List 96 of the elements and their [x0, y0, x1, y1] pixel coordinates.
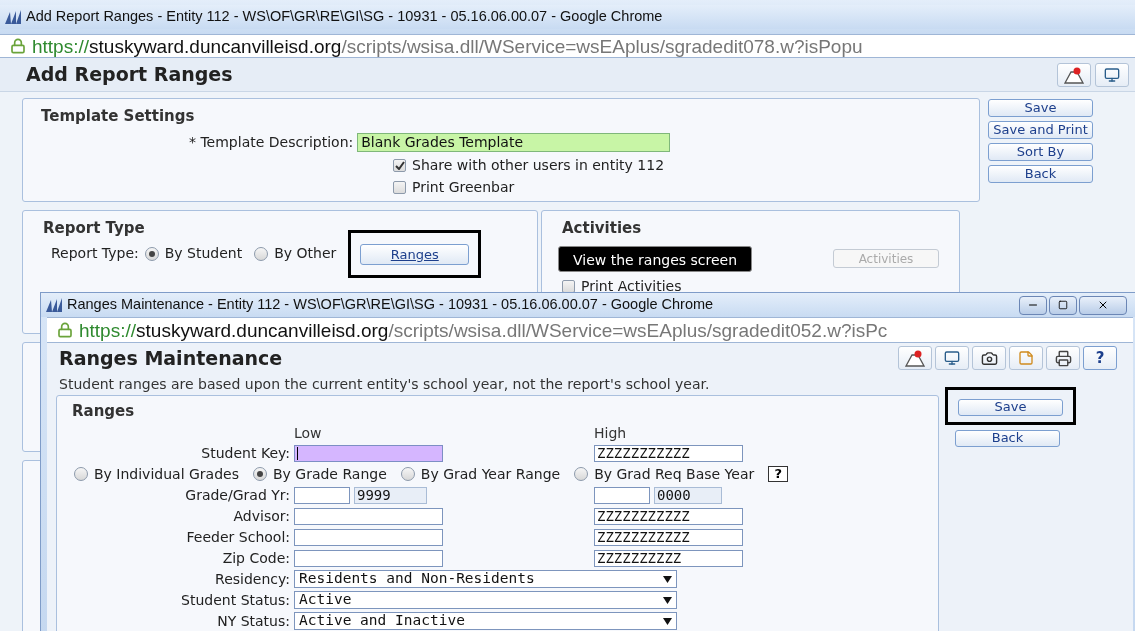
- checkbox[interactable]: [393, 158, 406, 172]
- dropdown[interactable]: Residents and Non-Residents: [294, 570, 677, 588]
- radio-button[interactable]: [254, 246, 269, 261]
- side-button[interactable]: Save and Print: [988, 121, 1093, 139]
- ranges-button[interactable]: Ranges: [360, 244, 470, 265]
- radio-label: By Grade Range: [272, 464, 387, 484]
- side-button[interactable]: Sort By: [988, 143, 1093, 161]
- field-label: NY Status:: [216, 611, 291, 631]
- side-button[interactable]: Save: [988, 99, 1093, 117]
- checkbox[interactable]: [562, 279, 575, 293]
- help-button[interactable]: ?: [1083, 346, 1117, 370]
- popup-button[interactable]: Save: [958, 398, 1063, 416]
- info-text: Student ranges are based upon the current entity's school year, not the report's school year.: [58, 375, 711, 394]
- printer-icon: [1054, 349, 1072, 367]
- checkbox-label: Share with other users in entity 112: [412, 155, 665, 175]
- close-button[interactable]: [1079, 295, 1127, 315]
- high-input[interactable]: ZZZZZZZZZZZ: [594, 528, 743, 546]
- field-label: Student Status:: [180, 590, 291, 610]
- lock-icon: [10, 38, 26, 54]
- dropdown-arrow-icon: [663, 596, 672, 604]
- window-title: Ranges Maintenance - Entity 112 - WS\OF\GR\RE\GI\SG - 10931 - 05.16.06.00.07 - Google Chrome: [67, 295, 714, 315]
- camera-icon: [980, 349, 998, 367]
- field-label: Grade/Grad Yr:: [184, 485, 291, 505]
- field-label: * Template Description:: [189, 132, 354, 152]
- high-input[interactable]: ZZZZZZZZZZZ: [594, 507, 743, 525]
- dropdown-arrow-icon: [663, 575, 672, 583]
- monitor-button[interactable]: [935, 346, 969, 370]
- activities-button: Activities: [833, 249, 939, 268]
- field-label: Report Type:: [51, 244, 139, 263]
- url-text: https://stuskyward.duncanvilleisd.org/scripts/wsisa.dll/WService=wsEAplus/sgradedit052.w?isPc: [79, 320, 888, 340]
- radio-button[interactable]: [144, 246, 159, 261]
- note-icon: [1018, 350, 1034, 366]
- checkbox-label: Print Activities: [581, 276, 682, 296]
- monitor-icon: [944, 350, 960, 366]
- dropdown[interactable]: Active: [294, 591, 677, 609]
- radio-label: By Student: [164, 244, 243, 263]
- panel-title: Ranges: [72, 401, 136, 422]
- popup-button[interactable]: Back: [955, 429, 1060, 447]
- checkbox[interactable]: [393, 180, 406, 194]
- column-label: Low: [294, 423, 322, 443]
- low-input[interactable]: [294, 486, 350, 504]
- field-label: Feeder School:: [185, 527, 291, 547]
- address-bar[interactable]: https://stuskyward.duncanvilleisd.org/scripts/wsisa.dll/WService=wsEAplus/sgradedit052.w?isPc: [47, 317, 1133, 343]
- logo-icon: [45, 297, 63, 313]
- maximize-button[interactable]: [1049, 295, 1077, 315]
- window-title: Add Report Ranges - Entity 112 - WS\OF\GR\RE\GI\SG - 10931 - 05.16.06.00.07 - Google Chrome: [26, 7, 663, 27]
- map-button[interactable]: [1057, 62, 1091, 87]
- radio-label: By Grad Req Base Year: [594, 464, 755, 484]
- lock-icon: [57, 322, 73, 338]
- field-label: Student Key:: [200, 443, 291, 463]
- column-label: High: [594, 423, 627, 443]
- camera-button[interactable]: [972, 346, 1006, 370]
- field-label: Residency:: [214, 569, 291, 589]
- low-input[interactable]: [294, 528, 443, 546]
- description-input[interactable]: Blank Grades Template: [357, 132, 671, 152]
- high-input[interactable]: 0000: [654, 486, 722, 504]
- radio-button[interactable]: [252, 467, 267, 481]
- panel-title: Report Type: [43, 218, 146, 239]
- radio-label: By Other: [274, 244, 337, 263]
- monitor-button[interactable]: [1095, 62, 1129, 87]
- high-input[interactable]: ZZZZZZZZZZZ: [594, 444, 743, 462]
- dropdown[interactable]: Active and Inactive: [294, 612, 677, 630]
- low-input[interactable]: [294, 507, 443, 525]
- field-label: Advisor:: [232, 506, 291, 526]
- low-input[interactable]: [294, 444, 443, 462]
- maximize-icon: [1058, 300, 1068, 310]
- page-title: Add Report Ranges: [26, 62, 233, 88]
- radio-button[interactable]: [74, 467, 88, 481]
- high-input[interactable]: ZZZZZZZZZZ: [594, 549, 743, 567]
- popup-title: Ranges Maintenance: [59, 345, 283, 371]
- monitor-icon: [1104, 66, 1120, 83]
- close-icon: [1097, 299, 1109, 311]
- print-button[interactable]: [1046, 346, 1080, 370]
- help-button[interactable]: ?: [768, 466, 789, 482]
- logo-icon: [4, 9, 22, 25]
- panel-title: Activities: [562, 218, 643, 239]
- minimize-button[interactable]: [1019, 295, 1047, 315]
- address-bar[interactable]: https://stuskyward.duncanvilleisd.org/scripts/wsisa.dll/WService=wsEAplus/sgradedit078.w?isPopu: [0, 34, 1135, 58]
- dropdown-arrow-icon: [663, 617, 672, 625]
- map-button[interactable]: [898, 346, 932, 370]
- radio-label: By Grad Year Range: [420, 464, 561, 484]
- panel-title: Template Settings: [41, 106, 196, 127]
- radio-label: By Individual Grades: [94, 464, 239, 484]
- low-input[interactable]: 9999: [354, 486, 427, 504]
- field-label: Zip Code:: [221, 548, 291, 568]
- radio-button[interactable]: [400, 467, 415, 481]
- side-button[interactable]: Back: [988, 165, 1093, 183]
- map-pin-icon: [1064, 65, 1084, 84]
- url-text: https://stuskyward.duncanvilleisd.org/scripts/wsisa.dll/WService=wsEAplus/sgradedit078.w?isPopu: [32, 36, 863, 56]
- low-input[interactable]: [294, 549, 443, 567]
- map-pin-icon: [905, 349, 925, 367]
- radio-button[interactable]: [574, 467, 589, 481]
- check-icon: [394, 160, 405, 170]
- high-input[interactable]: [594, 486, 650, 504]
- tooltip: View the ranges screen: [558, 245, 753, 272]
- checkbox-label: Print Greenbar: [412, 177, 515, 197]
